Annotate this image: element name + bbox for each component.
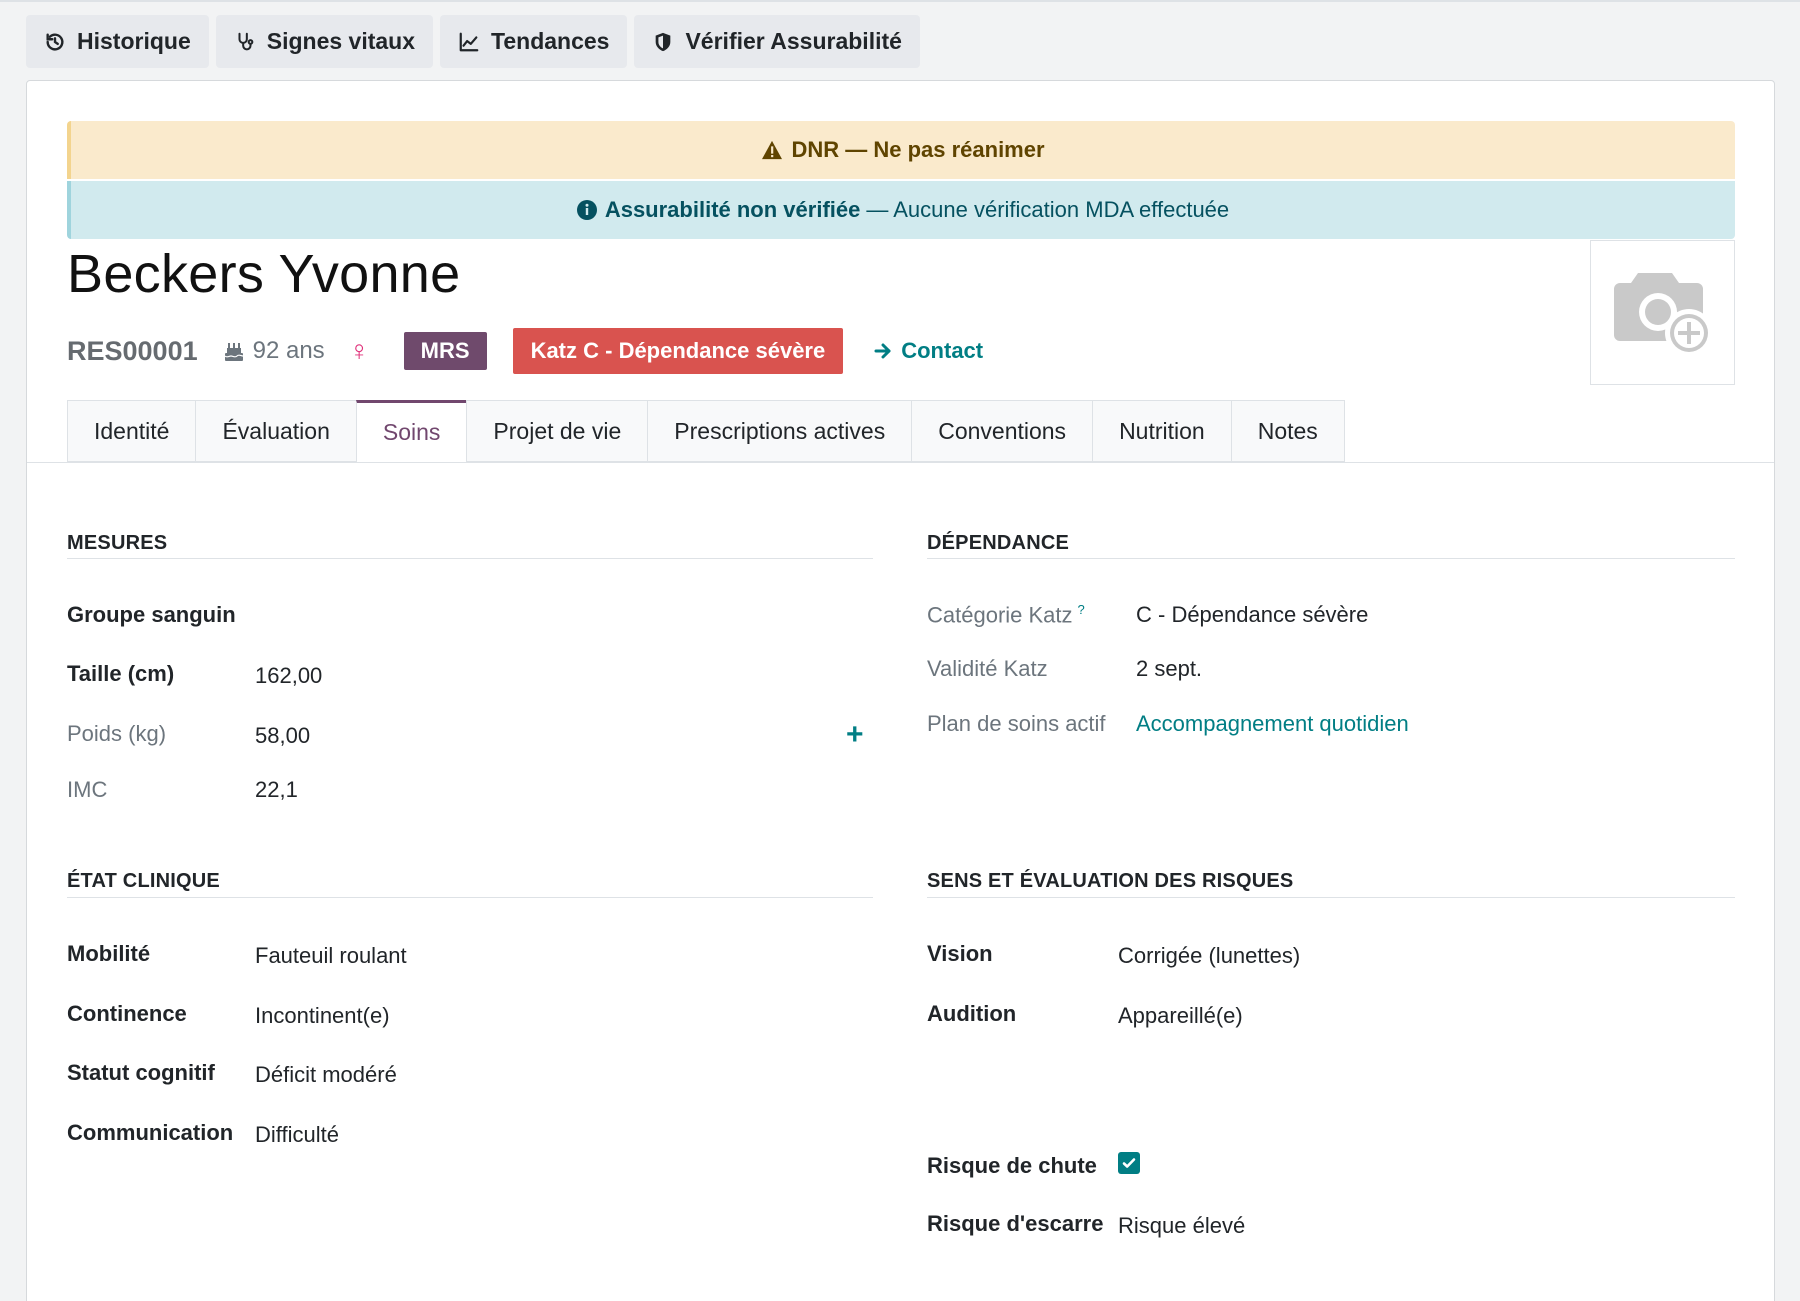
- tab-nutrition[interactable]: Nutrition: [1092, 400, 1231, 462]
- contact-label: Contact: [901, 338, 984, 363]
- birthday-cake-icon: [224, 343, 243, 361]
- hearing-value[interactable]: Appareillé(e): [1118, 1003, 1243, 1029]
- fall-risk-checkbox[interactable]: [1118, 1152, 1140, 1174]
- weight-label: Poids (kg): [67, 721, 167, 746]
- tab-evaluation[interactable]: Évaluation: [195, 400, 356, 462]
- care-plan-label: Plan de soins actif: [927, 711, 1106, 736]
- add-weight-button[interactable]: +: [846, 720, 864, 750]
- info-icon: [576, 200, 597, 220]
- hearing-label: Audition: [927, 1001, 1017, 1026]
- camera-add-icon: [1613, 272, 1713, 357]
- female-icon: ♀: [348, 335, 370, 366]
- bmi-value: 22,1: [255, 777, 298, 802]
- check-icon: [1122, 1158, 1136, 1168]
- form-tabs: Identité Évaluation Soins Projet de vie …: [67, 400, 1345, 463]
- mobility-label: Mobilité: [67, 941, 151, 966]
- patient-age-text: 92 ans: [252, 337, 325, 364]
- height-label: Taille (cm): [67, 661, 175, 686]
- katz-category-label: Catégorie Katz?: [927, 602, 1085, 628]
- tab-soins[interactable]: Soins: [355, 400, 467, 463]
- dependance-section-title: DÉPENDANCE: [927, 532, 1070, 554]
- line-chart-icon: [459, 32, 479, 51]
- mesures-divider: [67, 558, 873, 559]
- cognitive-status-label: Statut cognitif: [67, 1060, 215, 1085]
- clinique-section-title: ÉTAT CLINIQUE: [67, 870, 220, 892]
- vitals-button[interactable]: Signes vitaux: [215, 15, 434, 68]
- patient-age: 92 ans: [222, 337, 325, 365]
- shield-icon: [656, 32, 671, 51]
- risques-divider: [927, 897, 1735, 898]
- continence-value[interactable]: Incontinent(e): [255, 1003, 390, 1029]
- dnr-alert: DNR — Ne pas réanimer: [67, 121, 1735, 179]
- arrow-right-icon: [874, 343, 891, 359]
- tab-prescriptions-actives[interactable]: Prescriptions actives: [647, 400, 912, 462]
- vision-label: Vision: [927, 941, 993, 966]
- form-sheet: DNR — Ne pas réanimer Assurabilité non v…: [26, 80, 1775, 1301]
- insurability-alert-text: — Aucune vérification MDA effectuée: [866, 197, 1230, 222]
- tabs-divider: [27, 462, 1774, 463]
- warning-icon: [762, 140, 783, 160]
- history-label: Historique: [77, 28, 191, 54]
- patient-meta: RES00001 92 ans ♀ MRS Katz C - Dépendanc…: [67, 328, 983, 374]
- patient-photo-upload[interactable]: [1590, 240, 1735, 385]
- trends-label: Tendances: [491, 28, 610, 54]
- history-icon: [46, 32, 64, 51]
- blood-group-label: Groupe sanguin: [67, 602, 236, 627]
- height-value[interactable]: 162,00: [255, 663, 322, 689]
- patient-name: Beckers Yvonne: [67, 244, 461, 304]
- continence-label: Continence: [67, 1001, 187, 1026]
- mobility-value[interactable]: Fauteuil roulant: [255, 943, 407, 969]
- tab-notes[interactable]: Notes: [1230, 400, 1345, 462]
- cognitive-status-value[interactable]: Déficit modéré: [255, 1062, 397, 1088]
- pressure-risk-value[interactable]: Risque élevé: [1118, 1213, 1245, 1239]
- history-button[interactable]: Historique: [26, 15, 209, 68]
- care-plan-link[interactable]: Accompagnement quotidien: [1136, 711, 1409, 737]
- tab-conventions[interactable]: Conventions: [911, 400, 1093, 462]
- clinique-divider: [67, 897, 873, 898]
- dnr-text: DNR — Ne pas réanimer: [791, 137, 1045, 162]
- patient-reference: RES00001: [67, 335, 198, 366]
- facility-type-badge: MRS: [403, 332, 487, 370]
- communication-value[interactable]: Difficulté: [255, 1122, 339, 1148]
- action-toolbar: Historique Signes vitaux Tendances Vérif…: [26, 15, 920, 68]
- bmi-label: IMC: [67, 777, 108, 802]
- contact-link[interactable]: Contact: [873, 338, 983, 364]
- katz-category-label-text: Catégorie Katz: [927, 602, 1073, 628]
- stethoscope-icon: [238, 32, 254, 50]
- trends-button[interactable]: Tendances: [440, 15, 628, 68]
- katz-validity-value: 2 sept.: [1136, 656, 1203, 681]
- dependance-divider: [927, 558, 1735, 559]
- tab-identite[interactable]: Identité: [67, 400, 196, 462]
- help-icon[interactable]: ?: [1078, 602, 1085, 617]
- pressure-risk-label: Risque d'escarre: [927, 1211, 1104, 1236]
- tab-projet-de-vie[interactable]: Projet de vie: [466, 400, 648, 462]
- check-insurability-label: Vérifier Assurabilité: [685, 28, 902, 54]
- fall-risk-label: Risque de chute: [927, 1153, 1097, 1178]
- insurability-alert-title: Assurabilité non vérifiée: [604, 197, 861, 222]
- vitals-label: Signes vitaux: [266, 28, 416, 54]
- vision-value[interactable]: Corrigée (lunettes): [1118, 943, 1300, 969]
- katz-validity-label: Validité Katz: [927, 656, 1048, 681]
- katz-badge: Katz C - Dépendance sévère: [512, 328, 844, 374]
- katz-category-value: C - Dépendance sévère: [1136, 602, 1369, 627]
- check-insurability-button[interactable]: Vérifier Assurabilité: [634, 15, 920, 68]
- mesures-section-title: MESURES: [67, 532, 168, 554]
- communication-label: Communication: [67, 1120, 234, 1145]
- top-border: [0, 0, 1800, 2]
- weight-value: 58,00: [255, 723, 311, 748]
- risques-section-title: SENS ET ÉVALUATION DES RISQUES: [927, 870, 1294, 892]
- insurability-alert: Assurabilité non vérifiée — Aucune vérif…: [67, 181, 1735, 239]
